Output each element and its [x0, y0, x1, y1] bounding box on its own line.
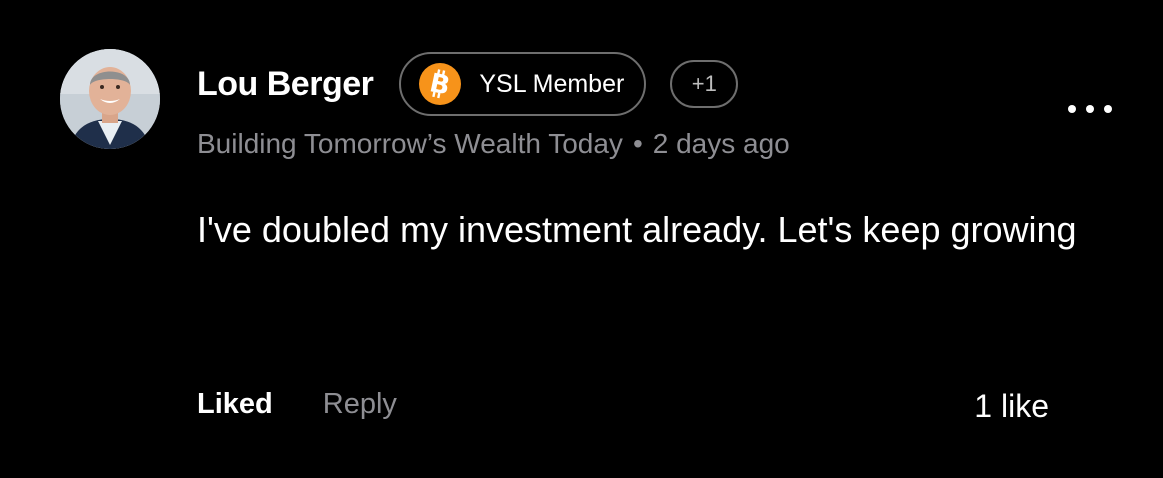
more-horizontal-icon — [1104, 105, 1112, 113]
comment-item: Lou Berger B YSL Member +1 Building Tomo… — [0, 0, 1163, 478]
bitcoin-icon: B — [419, 63, 462, 105]
badge-label: YSL Member — [479, 69, 625, 98]
like-button[interactable]: Liked — [197, 388, 273, 421]
comment-meta: Building Tomorrow’s Wealth Today • 2 day… — [197, 128, 790, 160]
comment-timestamp: 2 days ago — [652, 128, 790, 159]
avatar-photo — [60, 49, 160, 149]
more-badges-button[interactable]: +1 — [670, 60, 739, 108]
meta-separator: • — [632, 128, 643, 159]
comment-text: I've doubled my investment already. Let'… — [197, 209, 1077, 250]
author-avatar[interactable] — [60, 49, 160, 149]
reply-button[interactable]: Reply — [323, 388, 397, 421]
more-options-button[interactable] — [1068, 94, 1112, 124]
author-subtitle: Building Tomorrow’s Wealth Today — [197, 128, 623, 159]
more-horizontal-icon — [1068, 105, 1076, 113]
comment-header: Lou Berger B YSL Member +1 — [197, 50, 739, 118]
like-count[interactable]: 1 like — [974, 388, 1049, 425]
member-badge[interactable]: B YSL Member — [399, 52, 647, 116]
more-horizontal-icon — [1086, 105, 1094, 113]
author-name[interactable]: Lou Berger — [197, 65, 374, 104]
comment-actions: Liked Reply — [197, 388, 397, 421]
